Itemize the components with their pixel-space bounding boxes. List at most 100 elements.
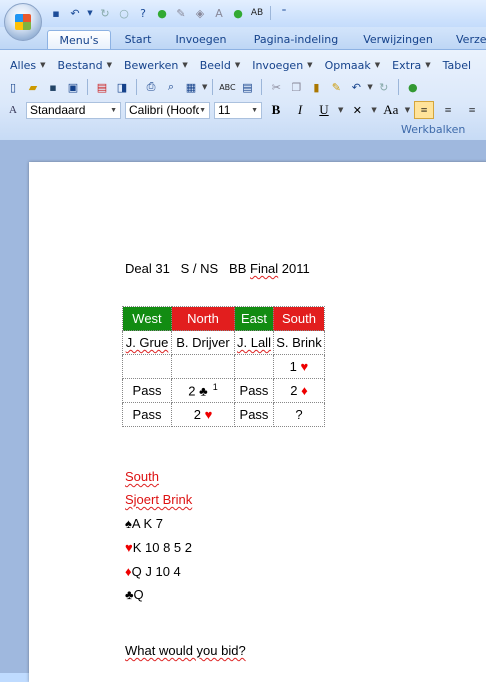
pdf-icon[interactable]: ▤	[93, 78, 111, 96]
player-label: Sjoert Brink	[125, 492, 192, 507]
player-text: Sjoert Brink	[125, 492, 193, 507]
view-icon[interactable]: ▦	[182, 78, 200, 96]
bid-cell	[234, 354, 274, 379]
highlight-icon[interactable]: ✎	[173, 5, 189, 21]
tab-pagina-indeling[interactable]: Pagina-indeling	[248, 30, 344, 49]
undo-icon[interactable]: ↶	[347, 78, 365, 96]
name-west: J. Grue	[122, 330, 172, 355]
chevron-down-icon: ▼	[374, 61, 381, 69]
dropdown-icon[interactable]: ▼	[86, 5, 94, 21]
menu-alles[interactable]: Alles ▼	[4, 55, 52, 75]
menu-extra[interactable]: Extra ▼	[386, 55, 436, 75]
style-select[interactable]: Standaard ▼	[26, 101, 121, 119]
tab-verwijzingen[interactable]: Verwijzingen	[359, 30, 437, 49]
undo-icon[interactable]: ↶	[67, 5, 83, 21]
bid-question: ?	[295, 407, 303, 422]
bid-cell	[122, 354, 172, 379]
diamond-suit-icon: ♦	[125, 564, 132, 579]
underline-button[interactable]: U	[314, 101, 334, 119]
print-icon[interactable]: ⎙	[142, 78, 160, 96]
menu-bewerken[interactable]: Bewerken ▼	[118, 55, 194, 75]
print-preview-icon[interactable]: ◨	[113, 78, 131, 96]
bid-cell: Pass	[122, 378, 172, 403]
copy-icon[interactable]: ❐	[287, 78, 305, 96]
customize-icon[interactable]: ⁼	[276, 5, 292, 21]
repeat-icon[interactable]: ○	[116, 5, 132, 21]
bold-button[interactable]: B	[266, 101, 286, 119]
separator	[136, 79, 137, 95]
green-circle-icon[interactable]: ●	[230, 5, 246, 21]
chevron-down-icon[interactable]: ▼	[202, 83, 207, 91]
style-value: Standaard	[30, 103, 86, 117]
align-center-icon[interactable]: ≡	[438, 101, 458, 119]
format-painter-icon[interactable]: ✎	[327, 78, 345, 96]
spelling-icon[interactable]: AB	[249, 5, 265, 21]
tab-menus[interactable]: Menu's	[47, 30, 111, 50]
help-icon[interactable]: ?	[135, 5, 151, 21]
bidding-table: West North East South J. Grue B. Drijver…	[122, 306, 325, 427]
change-case-button[interactable]: Aa	[381, 101, 401, 119]
menu-bestand[interactable]: Bestand ▼	[52, 55, 118, 75]
standard-toolbar: ▯ ▰ ▪ ▣ ▤ ◨ ⎙ ⌕ ▦ ▼ ABC ▤ ✂ ❐ ▮ ✎ ↶ ▼ ↻ …	[4, 77, 422, 97]
question-label: What would you bid?	[125, 643, 246, 658]
save-icon[interactable]: ▪	[44, 78, 62, 96]
bid-cell: Pass	[122, 402, 172, 427]
cut-icon[interactable]: ✂	[267, 78, 285, 96]
diamond-suit-icon: ♦	[301, 383, 308, 398]
align-left-icon[interactable]: ≡	[414, 101, 435, 119]
table-row: J. Grue B. Drijver J. Lall S. Brink	[122, 330, 325, 355]
permission-icon[interactable]: ▣	[64, 78, 82, 96]
redo-icon[interactable]: ↻	[375, 78, 393, 96]
hand-diamonds: ♦Q J 10 4	[125, 564, 181, 579]
chevron-down-icon[interactable]: ▼	[367, 83, 372, 91]
heart-suit-icon: ♥	[125, 540, 133, 555]
paste-icon[interactable]: ▮	[307, 78, 325, 96]
chevron-down-icon: ▼	[251, 106, 258, 114]
menu-invoegen[interactable]: Invoegen ▼	[246, 55, 318, 75]
align-right-icon[interactable]: ≡	[462, 101, 482, 119]
bid-cell: Pass	[234, 402, 274, 427]
ribbon-tabs: Menu's Start Invoegen Pagina-indeling Ve…	[0, 27, 486, 50]
table-row: Pass 2 ♣ 1 Pass 2 ♦	[122, 378, 325, 403]
bid-cell: 1 ♥	[272, 354, 325, 379]
chevron-down-icon[interactable]: ▼	[405, 106, 410, 114]
styles-icon[interactable]: A	[4, 101, 22, 119]
font-size-value: 11	[218, 103, 231, 117]
separator	[212, 79, 214, 95]
menu-opmaak[interactable]: Opmaak ▼	[319, 55, 387, 75]
find-icon[interactable]: ⌕	[162, 78, 180, 96]
chevron-down-icon: ▼	[199, 106, 206, 114]
menu-label: Tabel	[442, 58, 472, 72]
font-size-select[interactable]: 11 ▼	[214, 101, 262, 119]
save-icon[interactable]: ▪	[48, 5, 64, 21]
redo-icon[interactable]: ↻	[97, 5, 113, 21]
open-folder-icon[interactable]: ▰	[24, 78, 42, 96]
heading-final: Final	[250, 261, 279, 276]
font-select[interactable]: Calibri (Hoofd ▼	[125, 101, 210, 119]
tab-start[interactable]: Start	[119, 30, 157, 49]
menu-label: Extra	[392, 58, 422, 72]
menu-label: Opmaak	[324, 58, 371, 72]
menu-tabel[interactable]: Tabel	[437, 55, 477, 75]
tab-invoegen[interactable]: Invoegen	[172, 30, 230, 49]
bid-cell: Pass	[234, 378, 274, 403]
document-page[interactable]: Deal 31 S / NS BB Final 2011 West North …	[29, 162, 486, 682]
fill-color-icon[interactable]: ◈	[192, 5, 208, 21]
menu-beeld[interactable]: Beeld ▼	[194, 55, 247, 75]
green-circle-icon[interactable]: ●	[154, 5, 170, 21]
header-west: West	[122, 306, 172, 331]
separator	[261, 79, 263, 95]
club-suit-icon: ♣	[199, 383, 208, 399]
cards-text: K 10 8 5 2	[132, 540, 192, 555]
italic-button[interactable]: I	[290, 101, 310, 119]
hyperlink-icon[interactable]: ●	[404, 78, 422, 96]
new-document-icon[interactable]: ▯	[4, 78, 22, 96]
strikethrough-icon[interactable]: ✕	[347, 101, 367, 119]
chevron-down-icon[interactable]: ▼	[371, 106, 376, 114]
chevron-down-icon[interactable]: ▼	[338, 106, 343, 114]
spelling-check-icon[interactable]: ABC	[218, 78, 236, 96]
font-color-icon[interactable]: A	[211, 5, 227, 21]
office-button[interactable]	[4, 3, 42, 41]
research-icon[interactable]: ▤	[238, 78, 256, 96]
tab-verzendlijsten[interactable]: Verze	[456, 30, 486, 49]
